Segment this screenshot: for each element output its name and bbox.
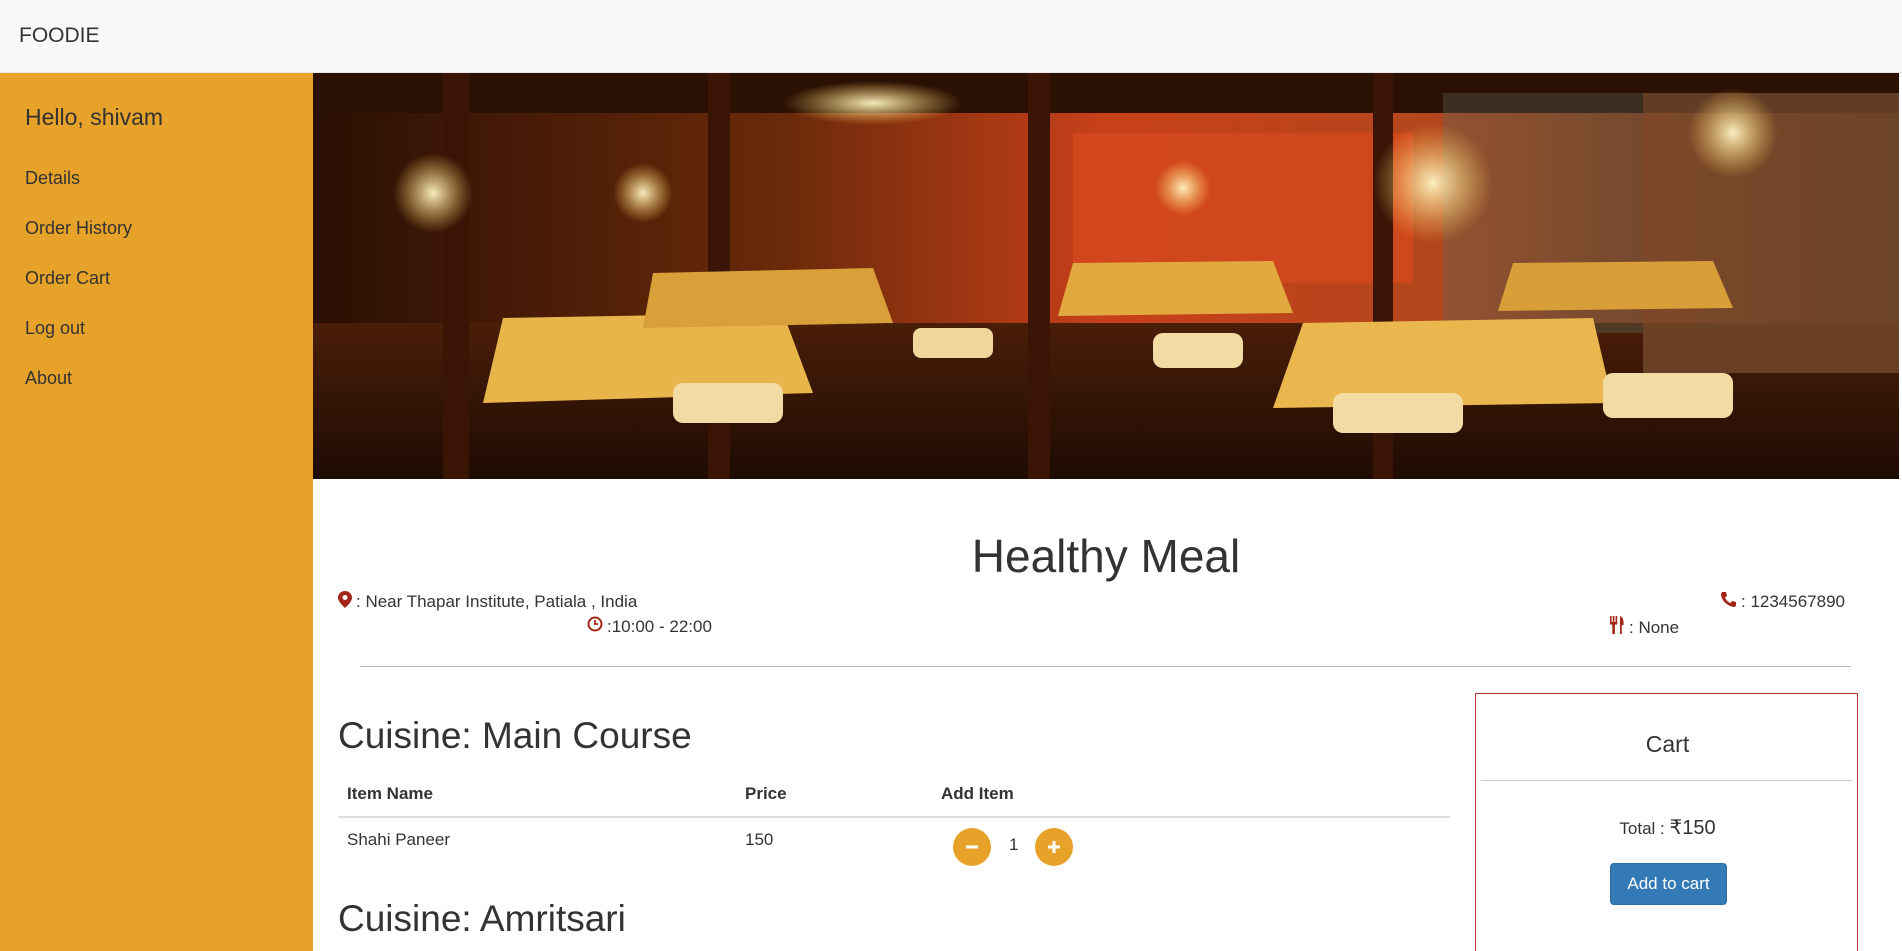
add-to-cart-button[interactable]: Add to cart — [1610, 863, 1727, 905]
cart-divider — [1481, 780, 1852, 781]
cuisine-title-amritsari: Cuisine: Amritsari — [338, 898, 626, 939]
cuisine-tag-info: : None — [1609, 616, 1679, 639]
clock-icon — [587, 616, 607, 637]
restaurant-address: : Near Thapar Institute, Patiala , India — [356, 592, 638, 611]
plus-icon — [1048, 841, 1060, 853]
brand-logo[interactable]: FOODIE — [19, 24, 100, 48]
map-marker-icon — [338, 591, 356, 613]
section-divider — [360, 666, 1851, 667]
user-greeting: Hello, shivam — [25, 104, 164, 130]
item-name: Shahi Paneer — [347, 830, 451, 849]
cart-total-label: Total : — [1619, 819, 1670, 838]
phone-icon — [1720, 591, 1741, 612]
sidebar-item-details[interactable]: Details — [25, 168, 80, 189]
item-price: 150 — [745, 830, 774, 849]
cart-total-value: ₹150 — [1669, 817, 1716, 839]
restaurant-content: Healthy Meal : Near Thapar Institute, Pa… — [313, 479, 1902, 951]
cuisine-title-main-course: Cuisine: Main Course — [338, 715, 692, 756]
quantity-value: 1 — [1009, 835, 1019, 854]
restaurant-banner-image — [313, 73, 1899, 479]
restaurant-phone: : 1234567890 — [1741, 591, 1845, 611]
decrease-quantity-button[interactable] — [953, 828, 991, 866]
address-info: : Near Thapar Institute, Patiala , India — [338, 591, 637, 613]
top-navbar: FOODIE — [0, 0, 1902, 73]
restaurant-cuisine-tag: : None — [1629, 617, 1680, 637]
increase-quantity-button[interactable] — [1035, 828, 1073, 866]
sidebar-item-about[interactable]: About — [25, 368, 72, 389]
cart-panel: Cart Total : ₹150 Add to cart — [1475, 693, 1858, 951]
col-header-price: Price — [745, 784, 787, 803]
sidebar-item-log-out[interactable]: Log out — [25, 318, 85, 339]
sidebar: Hello, shivam Details Order History Orde… — [0, 73, 313, 951]
cart-total: Total : ₹150 — [1476, 815, 1859, 840]
sidebar-item-order-cart[interactable]: Order Cart — [25, 268, 110, 289]
cutlery-icon — [1609, 616, 1629, 639]
restaurant-name: Healthy Meal — [971, 530, 1241, 582]
sidebar-item-order-history[interactable]: Order History — [25, 218, 132, 239]
minus-icon — [966, 845, 978, 849]
restaurant-hours: :10:00 - 22:00 — [607, 616, 712, 636]
phone-info: : 1234567890 — [1720, 591, 1845, 612]
cart-title: Cart — [1645, 731, 1690, 757]
col-header-item-name: Item Name — [347, 784, 433, 803]
hours-info: :10:00 - 22:00 — [587, 616, 712, 637]
table-header-divider — [338, 816, 1450, 818]
col-header-add-item: Add Item — [941, 784, 1014, 803]
